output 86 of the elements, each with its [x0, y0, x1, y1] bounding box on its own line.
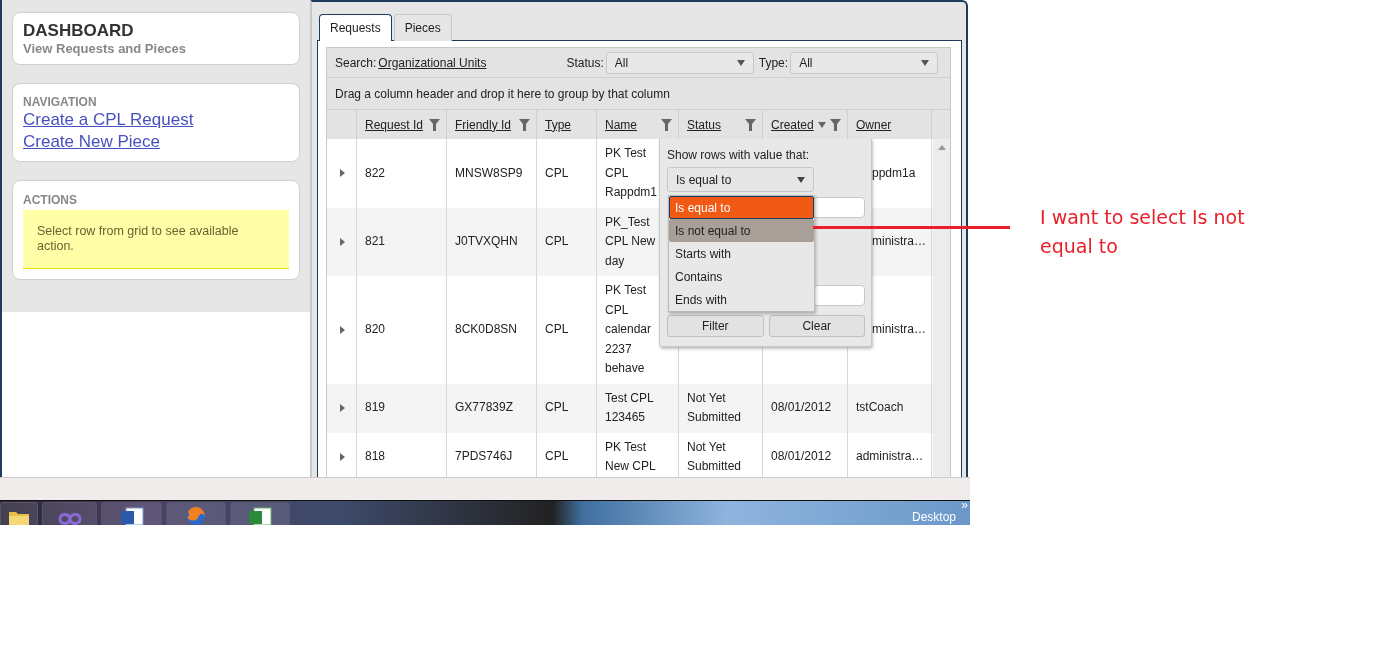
- filter-icon[interactable]: [830, 118, 841, 131]
- search-link[interactable]: Organizational Units: [378, 55, 487, 70]
- filter-label: Status:: [566, 55, 604, 70]
- scrollbar[interactable]: [933, 139, 950, 477]
- tab[interactable]: Pieces: [393, 14, 452, 41]
- actions-message: Select row from grid to see available action.: [23, 210, 289, 269]
- table-cell-text: 818: [365, 448, 386, 466]
- taskbar-button[interactable]: [101, 502, 162, 525]
- nav-link[interactable]: Create a CPL Request: [23, 109, 289, 131]
- table-cell-text: ppdm1a: [872, 164, 916, 182]
- globe-icon: [185, 505, 207, 525]
- taskbar-button[interactable]: [0, 502, 38, 525]
- table-cell-text: 08/01/2012: [771, 399, 832, 417]
- search-label: Search:: [335, 55, 377, 70]
- table-cell-text: ministra…: [872, 233, 926, 250]
- table-cell-text: ministra…: [872, 321, 926, 338]
- table-cell-text: CPL: [545, 448, 569, 466]
- expand-icon[interactable]: [340, 237, 345, 246]
- actions-heading: ACTIONS: [23, 193, 78, 207]
- taskbar-button[interactable]: [230, 502, 290, 525]
- expand-icon[interactable]: [340, 169, 345, 178]
- table-cell-text: Not Yet Submitted: [687, 389, 743, 426]
- caret-icon: [921, 59, 930, 66]
- folder-icon: [8, 509, 30, 525]
- column-sort-link[interactable]: Name: [605, 117, 637, 132]
- table-cell-text: J0TVXQHN: [455, 233, 518, 250]
- caret-icon: [736, 59, 745, 66]
- expand-icon[interactable]: [340, 404, 345, 412]
- expand-icon[interactable]: [340, 453, 345, 461]
- spreadsheet-icon: [248, 507, 272, 525]
- column-sort-link[interactable]: Request Id: [365, 117, 424, 132]
- operator-option[interactable]: Is not equal to: [669, 219, 814, 242]
- table-cell-text: tstCoach: [856, 399, 904, 417]
- filter-icon[interactable]: [429, 118, 440, 131]
- filter-select[interactable]: All: [605, 51, 754, 74]
- table-cell-text: 819: [365, 399, 386, 417]
- table-cell-text: 08/01/2012: [771, 448, 832, 466]
- group-hint: Drag a column header and drop it here to group by that column: [335, 86, 670, 101]
- input-field[interactable]: [813, 197, 865, 218]
- table-cell-text: CPL: [545, 321, 569, 338]
- table-row[interactable]: 819 GX77839Z CPL Test CPL 123465 Not Yet Submitted 08/01/2012 tstCoach: [327, 383, 933, 433]
- caret-icon: [797, 176, 805, 183]
- navigation-heading: NAVIGATION: [23, 95, 98, 109]
- filter-label: Type:: [758, 55, 789, 70]
- table-cell-text: 7PDS746J: [455, 448, 513, 466]
- table-cell-text: administra…: [856, 448, 924, 466]
- filter-button[interactable]: Filter: [667, 315, 764, 337]
- table-cell-text: MNSW8SP9: [455, 164, 523, 182]
- nav-link[interactable]: Create New Piece: [23, 131, 289, 153]
- table-cell-text: PK_Test CPL New day: [605, 213, 657, 270]
- column-sort-link[interactable]: Friendly Id: [455, 117, 512, 132]
- table-cell-text: 821: [365, 233, 386, 250]
- column-sort-link[interactable]: Status: [687, 117, 722, 132]
- swirl-icon: [56, 511, 83, 525]
- input-field[interactable]: [813, 285, 865, 306]
- scroll-up-icon[interactable]: [937, 145, 946, 150]
- filter-prompt: Show rows with value that:: [667, 148, 811, 162]
- operator-option[interactable]: Starts with: [669, 242, 814, 265]
- table-cell-text: 822: [365, 164, 386, 182]
- table-cell-text: GX77839Z: [455, 399, 514, 417]
- dashboard-subtitle: View Requests and Pieces: [23, 41, 188, 56]
- tab[interactable]: Requests: [319, 14, 392, 41]
- annotation-text: I want to select Is not equal to: [1040, 205, 1246, 259]
- table-cell-text: CPL: [545, 233, 569, 250]
- expand-icon[interactable]: [340, 325, 345, 334]
- column-sort-link[interactable]: Owner: [856, 117, 892, 132]
- operator-select[interactable]: Is equal to: [667, 167, 814, 192]
- table-cell-text: PK Test New CPL: [605, 438, 657, 475]
- table-cell-text: 820: [365, 321, 386, 338]
- table-cell-text: Not Yet Submitted: [687, 438, 743, 475]
- caret-icon: [817, 121, 826, 128]
- table-cell-text: 8CK0D8SN: [455, 321, 518, 338]
- document-icon: [119, 507, 144, 525]
- clear-button[interactable]: Clear: [768, 315, 865, 337]
- filter-icon[interactable]: [519, 118, 530, 131]
- filter-icon[interactable]: [745, 118, 756, 131]
- filter-select[interactable]: All: [790, 51, 939, 74]
- table-cell-text: Test CPL 123465: [605, 389, 655, 426]
- dashboard-title: DASHBOARD: [23, 21, 135, 41]
- operator-option[interactable]: Ends with: [669, 288, 814, 311]
- column-sort-link[interactable]: Type: [545, 117, 571, 132]
- filter-icon[interactable]: [661, 118, 672, 131]
- table-cell-text: PK Test CPL calendar 2237 behave: [605, 282, 653, 377]
- table-cell-text: CPL: [545, 164, 569, 182]
- table-cell-text: CPL: [545, 399, 569, 417]
- column-sort-link[interactable]: Created: [771, 117, 814, 132]
